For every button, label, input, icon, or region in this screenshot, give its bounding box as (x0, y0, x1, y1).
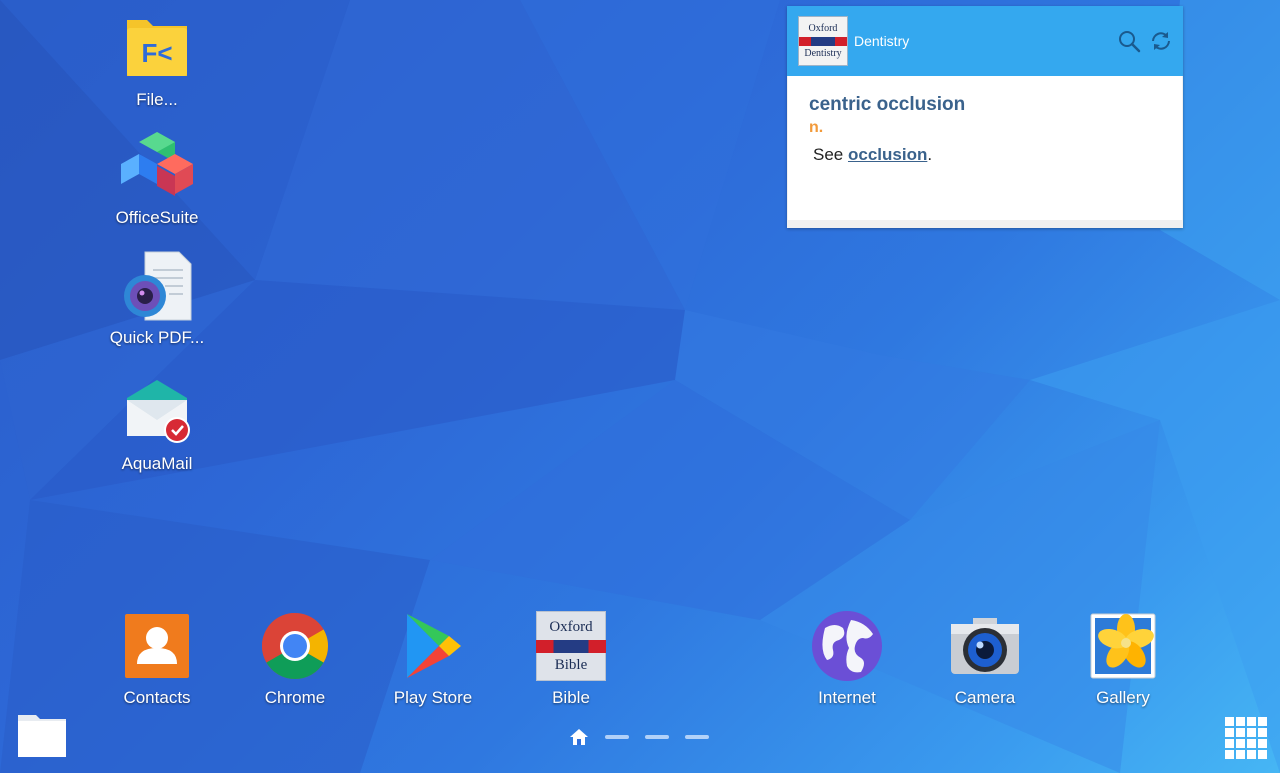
widget-entry: centric occlusion n. See occlusion. (788, 76, 1182, 220)
app-play-store[interactable]: Play Store (378, 610, 488, 708)
search-icon (1119, 31, 1141, 53)
widget-header: Oxford Dentistry Dentistry (787, 6, 1183, 76)
quick-pdf-scanner-icon (121, 250, 193, 322)
app-label: Gallery (1096, 688, 1150, 707)
folder-icon (18, 715, 66, 757)
contacts-icon (121, 610, 193, 682)
app-label: File... (136, 90, 178, 109)
search-button[interactable] (1113, 21, 1145, 61)
definition-prefix: See (813, 145, 848, 164)
app-officesuite[interactable]: OfficeSuite (102, 130, 212, 228)
dictionary-widget[interactable]: Oxford Dentistry Dentistry centric occlu… (787, 6, 1183, 228)
widget-title: Dentistry (854, 33, 910, 49)
bible-logo-line2: Bible (554, 656, 588, 673)
page-dot-3[interactable] (645, 735, 669, 739)
internet-globe-icon (811, 610, 883, 682)
app-label: Quick PDF... (109, 328, 205, 347)
app-file-manager[interactable]: F< File... (102, 12, 212, 110)
bible-logo-line1: Oxford (549, 618, 593, 635)
app-label: Internet (818, 688, 876, 707)
page-dot-4[interactable] (685, 735, 709, 739)
entry-part-of-speech: n. (809, 119, 824, 136)
oxford-bible-icon: Oxford Bible (535, 610, 607, 682)
app-bible[interactable]: Oxford Bible Bible (516, 610, 626, 708)
apps-grid-icon (1225, 717, 1267, 759)
app-label: Contacts (123, 688, 191, 707)
app-aquamail[interactable]: AquaMail (102, 376, 212, 474)
app-gallery[interactable]: Gallery (1068, 610, 1178, 708)
chrome-icon (259, 610, 331, 682)
svg-text:F<: F< (141, 38, 172, 68)
home-page-icon[interactable] (569, 728, 589, 746)
occlusion-link[interactable]: occlusion (848, 145, 927, 164)
refresh-icon (1152, 32, 1170, 50)
app-chrome[interactable]: Chrome (240, 610, 350, 708)
camera-icon (949, 610, 1021, 682)
folder-shortcut[interactable] (17, 709, 67, 759)
app-quick-pdf[interactable]: Quick PDF... (102, 250, 212, 348)
app-camera[interactable]: Camera (930, 610, 1040, 708)
app-internet[interactable]: Internet (792, 610, 902, 708)
logo-line2: Dentistry (804, 47, 842, 59)
file-commander-icon: F< (121, 12, 193, 84)
app-label: AquaMail (121, 454, 193, 473)
oxford-dentistry-logo[interactable]: Oxford Dentistry (798, 16, 848, 66)
app-label: Camera (954, 688, 1016, 707)
apps-drawer-button[interactable] (1224, 716, 1268, 760)
page-indicator (569, 728, 709, 746)
app-label: OfficeSuite (115, 208, 199, 227)
gallery-flower-icon (1087, 610, 1159, 682)
aquamail-envelope-icon (121, 376, 193, 448)
logo-line1: Oxford (808, 22, 838, 34)
definition-suffix: . (927, 145, 933, 164)
app-label: Bible (552, 688, 590, 707)
officesuite-icon (121, 130, 193, 202)
entry-term: centric occlusion (809, 94, 966, 115)
app-contacts[interactable]: Contacts (102, 610, 212, 708)
page-dot-2[interactable] (605, 735, 629, 739)
entry-definition: See occlusion. (809, 145, 1161, 165)
refresh-button[interactable] (1145, 21, 1177, 61)
app-label: Chrome (264, 688, 326, 707)
app-label: Play Store (393, 688, 473, 707)
play-store-icon (397, 610, 469, 682)
